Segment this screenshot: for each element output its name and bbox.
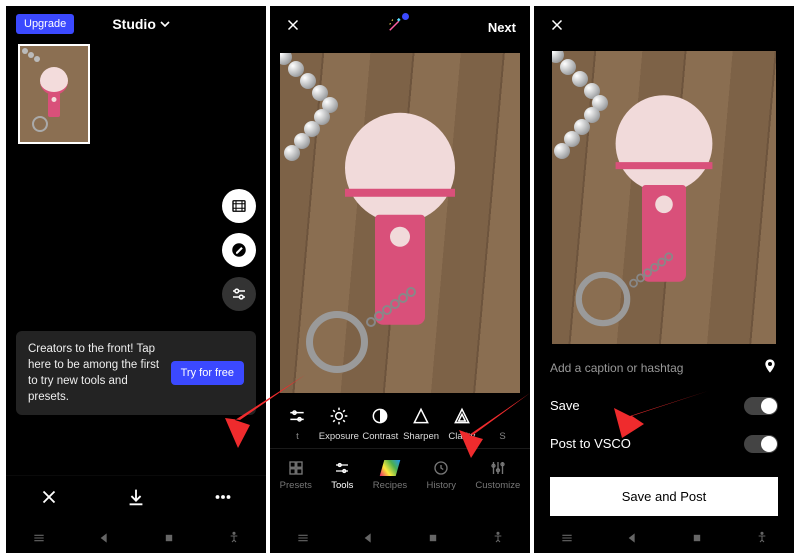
save-row: Save bbox=[534, 387, 794, 425]
recents-icon[interactable] bbox=[31, 530, 47, 546]
tool-adjust[interactable]: t bbox=[278, 405, 317, 442]
adjust-fab[interactable] bbox=[222, 277, 256, 311]
tool-sharpen[interactable]: Sharpen bbox=[402, 405, 441, 442]
accessibility-icon[interactable] bbox=[226, 530, 242, 546]
tool-contrast[interactable]: Contrast bbox=[361, 405, 400, 442]
home-icon[interactable] bbox=[425, 530, 441, 546]
android-navbar bbox=[6, 523, 266, 553]
post-screen: Add a caption or hashtag Save Post to VS… bbox=[534, 6, 794, 553]
editor-canvas[interactable] bbox=[280, 53, 520, 393]
promo-banner: Creators to the front! Tap here to be am… bbox=[16, 331, 256, 415]
tab-recipes[interactable]: Recipes bbox=[373, 458, 407, 491]
bottom-actions bbox=[6, 475, 266, 523]
save-toggle[interactable] bbox=[744, 397, 778, 415]
accessibility-icon[interactable] bbox=[490, 530, 506, 546]
tab-tools[interactable]: Tools bbox=[331, 458, 353, 491]
android-navbar bbox=[534, 524, 794, 553]
header-title: Studio bbox=[112, 16, 156, 32]
tools-row: t Exposure Contrast Sharpen Clarity bbox=[270, 393, 530, 448]
studio-dropdown[interactable]: Studio bbox=[74, 16, 208, 32]
home-icon[interactable] bbox=[689, 530, 705, 546]
editor-tab-bar: Presets Tools Recipes History Customize bbox=[270, 448, 530, 500]
film-fab[interactable] bbox=[222, 189, 256, 223]
accessibility-icon[interactable] bbox=[754, 530, 770, 546]
android-navbar bbox=[270, 523, 530, 553]
back-icon[interactable] bbox=[624, 530, 640, 546]
chevron-down-icon bbox=[160, 19, 170, 29]
tab-presets[interactable]: Presets bbox=[280, 458, 312, 491]
upgrade-button[interactable]: Upgrade bbox=[16, 14, 74, 34]
back-icon[interactable] bbox=[360, 530, 376, 546]
save-label: Save bbox=[550, 398, 580, 413]
editor-screen: Next bbox=[270, 6, 530, 553]
try-for-free-button[interactable]: Try for free bbox=[171, 361, 244, 385]
home-icon[interactable] bbox=[161, 530, 177, 546]
post-vsco-row: Post to VSCO bbox=[534, 425, 794, 463]
download-button[interactable] bbox=[125, 486, 147, 513]
caption-input[interactable]: Add a caption or hashtag bbox=[550, 361, 683, 375]
tab-history[interactable]: History bbox=[426, 458, 456, 491]
close-button[interactable] bbox=[284, 16, 302, 39]
save-and-post-button[interactable]: Save and Post bbox=[550, 477, 778, 516]
back-icon[interactable] bbox=[96, 530, 112, 546]
close-button[interactable] bbox=[38, 486, 60, 513]
next-button[interactable]: Next bbox=[488, 20, 516, 35]
post-preview bbox=[552, 51, 776, 344]
post-vsco-toggle[interactable] bbox=[744, 435, 778, 453]
recents-icon[interactable] bbox=[295, 530, 311, 546]
more-button[interactable] bbox=[212, 486, 234, 513]
edit-fab[interactable] bbox=[222, 233, 256, 267]
tab-customize[interactable]: Customize bbox=[475, 458, 520, 491]
tool-exposure[interactable]: Exposure bbox=[319, 405, 359, 442]
post-vsco-label: Post to VSCO bbox=[550, 436, 631, 451]
banner-text: Creators to the front! Tap here to be am… bbox=[28, 341, 161, 405]
photo-thumbnail[interactable] bbox=[18, 44, 90, 144]
close-button[interactable] bbox=[548, 16, 780, 39]
studio-screen: Upgrade Studio bbox=[6, 6, 266, 553]
tool-more[interactable]: S bbox=[483, 405, 522, 442]
recents-icon[interactable] bbox=[559, 530, 575, 546]
magic-wand-icon[interactable] bbox=[386, 16, 404, 39]
tool-clarity[interactable]: Clarity bbox=[442, 405, 481, 442]
location-pin-icon[interactable] bbox=[762, 358, 778, 379]
